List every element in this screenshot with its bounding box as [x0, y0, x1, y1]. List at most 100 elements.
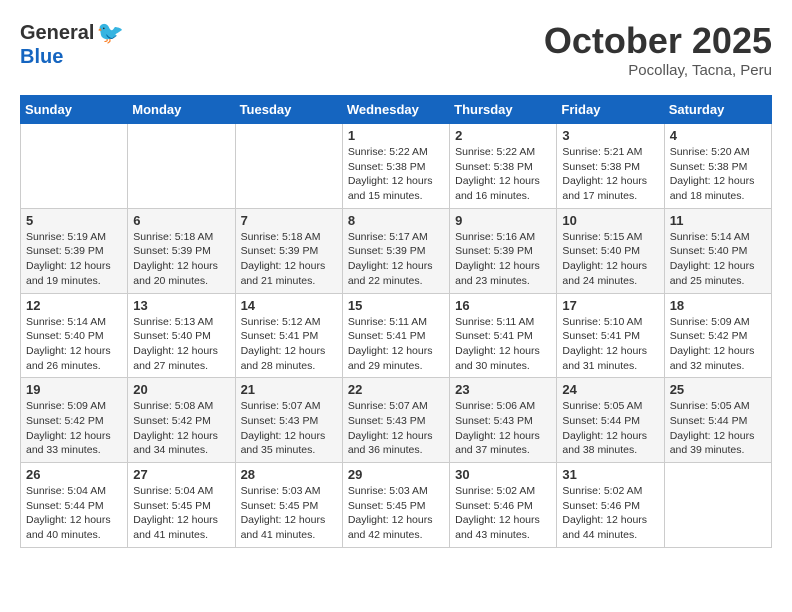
- calendar-header-wednesday: Wednesday: [342, 96, 449, 124]
- calendar-day-cell: 8 Sunrise: 5:17 AM Sunset: 5:39 PM Daylig…: [342, 208, 449, 293]
- day-number: 15: [348, 298, 444, 313]
- day-number: 2: [455, 128, 551, 143]
- day-number: 7: [241, 213, 337, 228]
- month-title: October 2025: [544, 20, 772, 62]
- title-section: October 2025 Pocollay, Tacna, Peru: [544, 20, 772, 79]
- day-number: 24: [562, 382, 658, 397]
- day-info: Sunrise: 5:22 AM Sunset: 5:38 PM Dayligh…: [348, 145, 444, 204]
- calendar-day-cell: [128, 124, 235, 209]
- day-number: 20: [133, 382, 229, 397]
- day-info: Sunrise: 5:08 AM Sunset: 5:42 PM Dayligh…: [133, 399, 229, 458]
- calendar-week-row: 19 Sunrise: 5:09 AM Sunset: 5:42 PM Dayli…: [21, 378, 772, 463]
- calendar-day-cell: 22Sunrise: 5:07 AM Sunset: 5:43 PM Dayli…: [342, 378, 449, 463]
- day-info: Sunrise: 5:17 AM Sunset: 5:39 PM Dayligh…: [348, 230, 444, 289]
- day-info: Sunrise: 5:13 AM Sunset: 5:40 PM Dayligh…: [133, 315, 229, 374]
- calendar-day-cell: 2Sunrise: 5:22 AM Sunset: 5:38 PM Daylig…: [450, 124, 557, 209]
- logo-bird-icon: 🐦: [96, 20, 123, 46]
- day-number: 23: [455, 382, 551, 397]
- day-info: Sunrise: 5:11 AM Sunset: 5:41 PM Dayligh…: [455, 315, 551, 374]
- calendar-day-cell: 15Sunrise: 5:11 AM Sunset: 5:41 PM Dayli…: [342, 293, 449, 378]
- day-info: Sunrise: 5:03 AM Sunset: 5:45 PM Dayligh…: [348, 484, 444, 543]
- day-info: Sunrise: 5:09 AM Sunset: 5:42 PM Dayligh…: [26, 399, 122, 458]
- calendar-day-cell: 24 Sunrise: 5:05 AM Sunset: 5:44 PM Dayli…: [557, 378, 664, 463]
- day-number: 11: [670, 213, 766, 228]
- calendar-day-cell: 30 Sunrise: 5:02 AM Sunset: 5:46 PM Dayli…: [450, 463, 557, 548]
- day-number: 6: [133, 213, 229, 228]
- calendar-header-sunday: Sunday: [21, 96, 128, 124]
- day-info: Sunrise: 5:16 AM Sunset: 5:39 PM Dayligh…: [455, 230, 551, 289]
- day-info: Sunrise: 5:14 AM Sunset: 5:40 PM Dayligh…: [26, 315, 122, 374]
- day-info: Sunrise: 5:21 AM Sunset: 5:38 PM Dayligh…: [562, 145, 658, 204]
- calendar-day-cell: 29Sunrise: 5:03 AM Sunset: 5:45 PM Dayli…: [342, 463, 449, 548]
- logo: General 🐦 Blue: [20, 20, 124, 69]
- day-number: 9: [455, 213, 551, 228]
- location-subtitle: Pocollay, Tacna, Peru: [544, 62, 772, 79]
- day-number: 21: [241, 382, 337, 397]
- day-info: Sunrise: 5:02 AM Sunset: 5:46 PM Dayligh…: [562, 484, 658, 543]
- day-info: Sunrise: 5:18 AM Sunset: 5:39 PM Dayligh…: [241, 230, 337, 289]
- calendar-day-cell: 6 Sunrise: 5:18 AM Sunset: 5:39 PM Daylig…: [128, 208, 235, 293]
- day-number: 8: [348, 213, 444, 228]
- calendar-day-cell: 3 Sunrise: 5:21 AM Sunset: 5:38 PM Daylig…: [557, 124, 664, 209]
- calendar-day-cell: 12 Sunrise: 5:14 AM Sunset: 5:40 PM Dayli…: [21, 293, 128, 378]
- calendar-day-cell: 18 Sunrise: 5:09 AM Sunset: 5:42 PM Dayli…: [664, 293, 771, 378]
- calendar-day-cell: [664, 463, 771, 548]
- calendar-day-cell: 26Sunrise: 5:04 AM Sunset: 5:44 PM Dayli…: [21, 463, 128, 548]
- calendar-day-cell: 27Sunrise: 5:04 AM Sunset: 5:45 PM Dayli…: [128, 463, 235, 548]
- calendar-day-cell: 21 Sunrise: 5:07 AM Sunset: 5:43 PM Dayli…: [235, 378, 342, 463]
- day-info: Sunrise: 5:10 AM Sunset: 5:41 PM Dayligh…: [562, 315, 658, 374]
- day-number: 26: [26, 467, 122, 482]
- calendar-day-cell: 17 Sunrise: 5:10 AM Sunset: 5:41 PM Dayli…: [557, 293, 664, 378]
- calendar-header-friday: Friday: [557, 96, 664, 124]
- day-number: 14: [241, 298, 337, 313]
- calendar-header-row: SundayMondayTuesdayWednesdayThursdayFrid…: [21, 96, 772, 124]
- day-number: 25: [670, 382, 766, 397]
- calendar-week-row: 1 Sunrise: 5:22 AM Sunset: 5:38 PM Daylig…: [21, 124, 772, 209]
- day-number: 5: [26, 213, 122, 228]
- calendar-day-cell: 11Sunrise: 5:14 AM Sunset: 5:40 PM Dayli…: [664, 208, 771, 293]
- day-number: 3: [562, 128, 658, 143]
- day-number: 30: [455, 467, 551, 482]
- calendar-day-cell: [235, 124, 342, 209]
- calendar-week-row: 26Sunrise: 5:04 AM Sunset: 5:44 PM Dayli…: [21, 463, 772, 548]
- calendar-day-cell: 5 Sunrise: 5:19 AM Sunset: 5:39 PM Daylig…: [21, 208, 128, 293]
- day-info: Sunrise: 5:05 AM Sunset: 5:44 PM Dayligh…: [670, 399, 766, 458]
- calendar-header-monday: Monday: [128, 96, 235, 124]
- calendar-week-row: 12 Sunrise: 5:14 AM Sunset: 5:40 PM Dayli…: [21, 293, 772, 378]
- day-info: Sunrise: 5:18 AM Sunset: 5:39 PM Dayligh…: [133, 230, 229, 289]
- day-info: Sunrise: 5:02 AM Sunset: 5:46 PM Dayligh…: [455, 484, 551, 543]
- day-info: Sunrise: 5:09 AM Sunset: 5:42 PM Dayligh…: [670, 315, 766, 374]
- day-number: 19: [26, 382, 122, 397]
- day-info: Sunrise: 5:03 AM Sunset: 5:45 PM Dayligh…: [241, 484, 337, 543]
- calendar-header-saturday: Saturday: [664, 96, 771, 124]
- day-number: 27: [133, 467, 229, 482]
- day-number: 28: [241, 467, 337, 482]
- calendar-day-cell: 16 Sunrise: 5:11 AM Sunset: 5:41 PM Dayli…: [450, 293, 557, 378]
- day-number: 17: [562, 298, 658, 313]
- day-info: Sunrise: 5:05 AM Sunset: 5:44 PM Dayligh…: [562, 399, 658, 458]
- day-number: 18: [670, 298, 766, 313]
- day-number: 12: [26, 298, 122, 313]
- calendar-day-cell: 13 Sunrise: 5:13 AM Sunset: 5:40 PM Dayli…: [128, 293, 235, 378]
- logo-blue-text: Blue: [20, 46, 63, 69]
- calendar-day-cell: 14Sunrise: 5:12 AM Sunset: 5:41 PM Dayli…: [235, 293, 342, 378]
- calendar-table: SundayMondayTuesdayWednesdayThursdayFrid…: [20, 95, 772, 548]
- day-number: 10: [562, 213, 658, 228]
- day-number: 1: [348, 128, 444, 143]
- calendar-day-cell: 19 Sunrise: 5:09 AM Sunset: 5:42 PM Dayli…: [21, 378, 128, 463]
- calendar-day-cell: 23Sunrise: 5:06 AM Sunset: 5:43 PM Dayli…: [450, 378, 557, 463]
- day-info: Sunrise: 5:07 AM Sunset: 5:43 PM Dayligh…: [241, 399, 337, 458]
- day-number: 13: [133, 298, 229, 313]
- calendar-week-row: 5 Sunrise: 5:19 AM Sunset: 5:39 PM Daylig…: [21, 208, 772, 293]
- day-number: 4: [670, 128, 766, 143]
- calendar-day-cell: 7 Sunrise: 5:18 AM Sunset: 5:39 PM Daylig…: [235, 208, 342, 293]
- calendar-day-cell: 25 Sunrise: 5:05 AM Sunset: 5:44 PM Dayli…: [664, 378, 771, 463]
- day-number: 16: [455, 298, 551, 313]
- day-info: Sunrise: 5:15 AM Sunset: 5:40 PM Dayligh…: [562, 230, 658, 289]
- calendar-day-cell: 9 Sunrise: 5:16 AM Sunset: 5:39 PM Daylig…: [450, 208, 557, 293]
- day-info: Sunrise: 5:19 AM Sunset: 5:39 PM Dayligh…: [26, 230, 122, 289]
- calendar-day-cell: [21, 124, 128, 209]
- day-number: 31: [562, 467, 658, 482]
- calendar-day-cell: 28 Sunrise: 5:03 AM Sunset: 5:45 PM Dayli…: [235, 463, 342, 548]
- day-number: 22: [348, 382, 444, 397]
